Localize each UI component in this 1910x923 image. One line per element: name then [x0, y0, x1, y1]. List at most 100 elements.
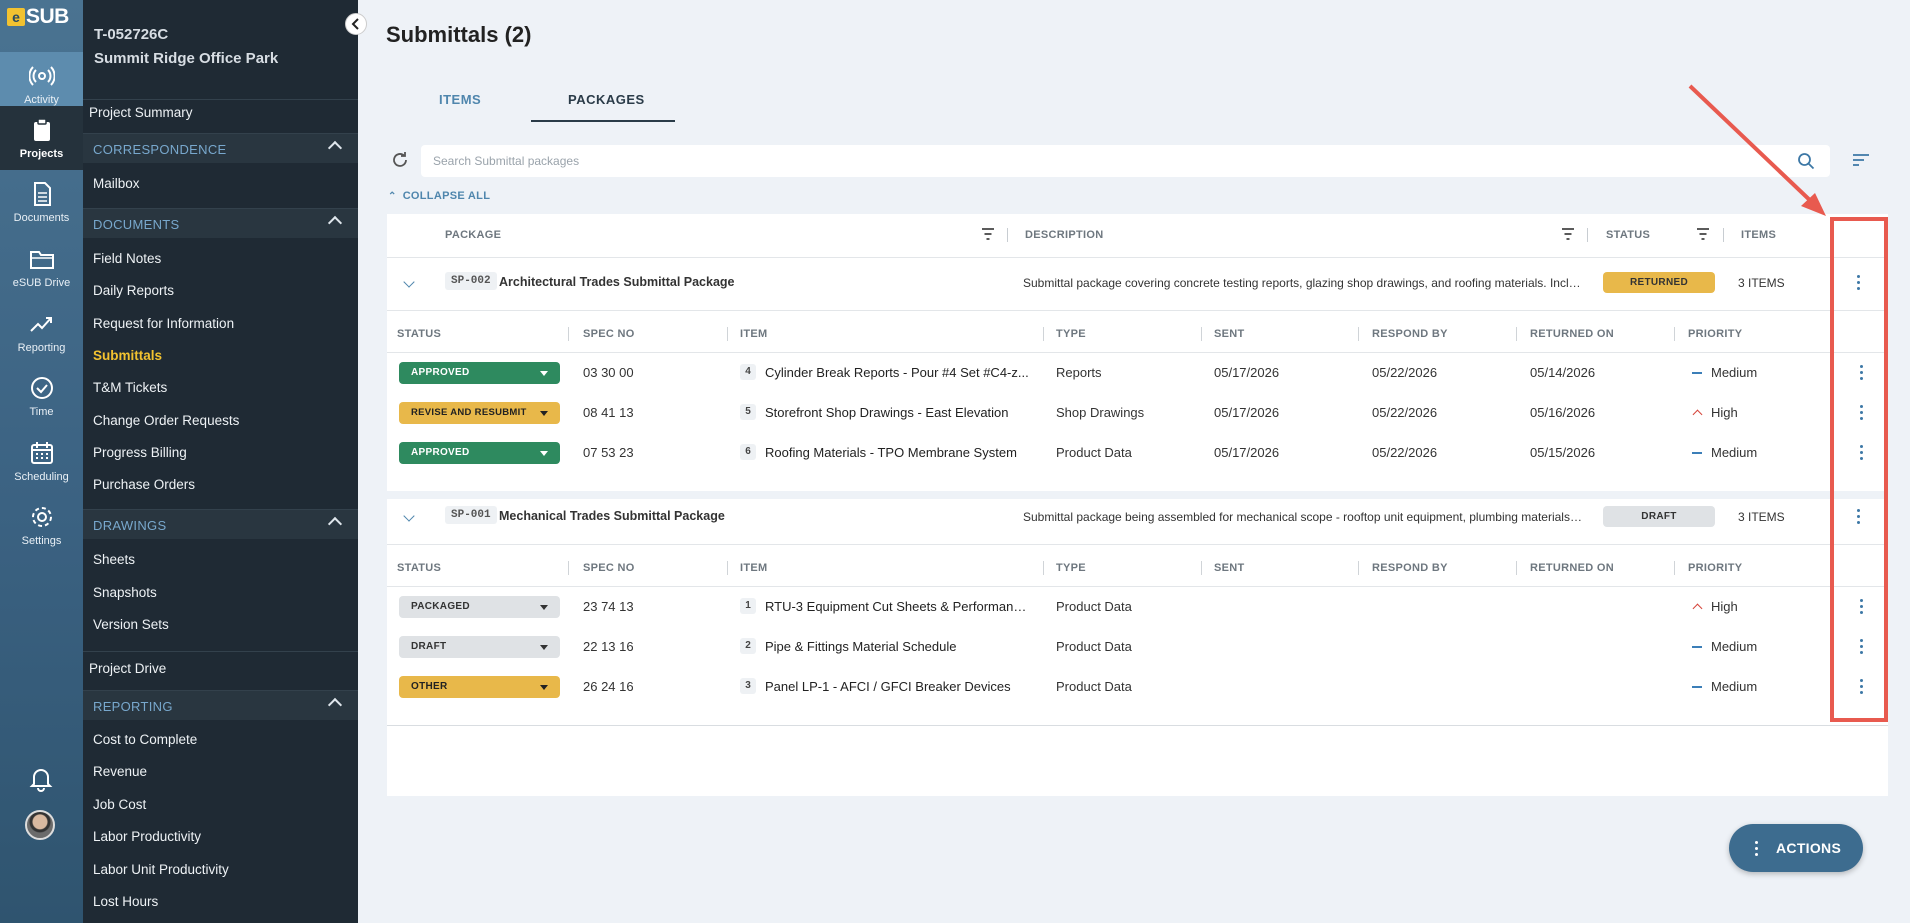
- notifications-bell-icon[interactable]: [27, 764, 55, 792]
- nav-purchase-orders[interactable]: Purchase Orders: [93, 477, 195, 492]
- spec-no: 22 13 16: [583, 639, 634, 654]
- project-name: Summit Ridge Office Park: [94, 50, 279, 67]
- status-dropdown[interactable]: APPROVED: [399, 362, 560, 384]
- rail-projects-label: Projects: [19, 147, 64, 160]
- rail-reporting[interactable]: Reporting: [0, 300, 83, 364]
- user-avatar[interactable]: [25, 810, 55, 840]
- section-documents[interactable]: DOCUMENTS: [83, 208, 358, 238]
- tab-packages[interactable]: PACKAGES: [568, 92, 645, 107]
- status-dropdown[interactable]: PACKAGED: [399, 596, 560, 618]
- chevron-down-icon[interactable]: [403, 510, 415, 522]
- nav-change-order-requests[interactable]: Change Order Requests: [93, 413, 239, 428]
- subcolumn-type: TYPE: [1056, 328, 1086, 340]
- rail-projects[interactable]: Projects: [0, 106, 83, 170]
- chevron-left-icon: [351, 18, 359, 30]
- rail-time[interactable]: Time: [0, 364, 83, 428]
- subcolumn-item: ITEM: [740, 328, 768, 340]
- nav-tm-tickets[interactable]: T&M Tickets: [93, 380, 167, 395]
- item-title[interactable]: Pipe & Fittings Material Schedule: [765, 639, 1030, 654]
- item-type: Product Data: [1056, 599, 1132, 614]
- priority-label: Medium: [1711, 445, 1758, 460]
- column-header-status[interactable]: STATUS: [1606, 229, 1650, 241]
- filter-icon[interactable]: [1696, 228, 1710, 240]
- item-title[interactable]: Panel LP-1 - AFCI / GFCI Breaker Devices: [765, 679, 1030, 694]
- nav-labor-productivity[interactable]: Labor Productivity: [93, 829, 201, 844]
- actions-button[interactable]: ACTIONS: [1729, 824, 1863, 872]
- subcolumn-type: TYPE: [1056, 562, 1086, 574]
- nav-sheets[interactable]: Sheets: [93, 552, 135, 567]
- subcolumn-status: STATUS: [397, 328, 442, 340]
- chevron-down-icon[interactable]: [403, 276, 415, 288]
- item-title[interactable]: Cylinder Break Reports - Pour #4 Set #C4…: [765, 365, 1030, 380]
- document-icon: [33, 181, 51, 206]
- item-title[interactable]: Storefront Shop Drawings - East Elevatio…: [765, 405, 1030, 420]
- column-header-package[interactable]: PACKAGE: [445, 229, 501, 241]
- collapse-nav-button[interactable]: [345, 13, 367, 35]
- clock-icon: [30, 376, 53, 399]
- package-name[interactable]: Mechanical Trades Submittal Package: [499, 509, 725, 523]
- subcolumn-spec-no: SPEC NO: [583, 562, 635, 574]
- chevron-up-icon: [327, 516, 343, 532]
- status-badge: RETURNED: [1603, 272, 1715, 293]
- rail-scheduling[interactable]: Scheduling: [0, 429, 83, 493]
- nav-mailbox[interactable]: Mailbox: [93, 176, 140, 191]
- nav-labor-unit-productivity[interactable]: Labor Unit Productivity: [93, 862, 229, 877]
- respond-by-date: 05/22/2026: [1372, 405, 1438, 420]
- status-dropdown[interactable]: REVISE AND RESUBMIT: [399, 402, 560, 424]
- status-dropdown-label: DRAFT: [411, 641, 447, 652]
- activity-icon: [28, 65, 55, 86]
- filter-icon[interactable]: [981, 228, 995, 240]
- status-dropdown[interactable]: DRAFT: [399, 636, 560, 658]
- item-title[interactable]: Roofing Materials - TPO Membrane System: [765, 445, 1030, 460]
- subcolumn-spec-no: SPEC NO: [583, 328, 635, 340]
- item-type: Shop Drawings: [1056, 405, 1145, 420]
- nav-project-drive[interactable]: Project Drive: [89, 661, 166, 676]
- status-dropdown[interactable]: OTHER: [399, 676, 560, 698]
- nav-project-summary[interactable]: Project Summary: [89, 105, 193, 120]
- search-icon[interactable]: [1797, 152, 1815, 170]
- search-input[interactable]: [421, 145, 1830, 177]
- nav-rfi[interactable]: Request for Information: [93, 316, 234, 331]
- item-count: 3 ITEMS: [1738, 276, 1785, 290]
- item-number: 1: [740, 598, 756, 614]
- rail-esub-drive[interactable]: eSUB Drive: [0, 235, 83, 299]
- priority-high-icon: [1692, 409, 1703, 420]
- priority-high-icon: [1692, 603, 1703, 614]
- sent-date: 05/17/2026: [1214, 365, 1280, 380]
- nav-submittals[interactable]: Submittals: [93, 348, 162, 363]
- sort-icon[interactable]: [1851, 152, 1871, 168]
- collapse-all-button[interactable]: ⌃ COLLAPSE ALL: [388, 190, 490, 202]
- column-header-description[interactable]: DESCRIPTION: [1025, 229, 1103, 241]
- nav-job-cost[interactable]: Job Cost: [93, 797, 146, 812]
- status-dropdown-label: REVISE AND RESUBMIT: [411, 407, 527, 418]
- column-header-items[interactable]: ITEMS: [1741, 229, 1776, 241]
- nav-snapshots[interactable]: Snapshots: [93, 585, 157, 600]
- more-vertical-icon: [1755, 839, 1758, 857]
- nav-progress-billing[interactable]: Progress Billing: [93, 445, 187, 460]
- page-title: Submittals (2): [386, 22, 532, 47]
- caret-down-icon: [540, 411, 548, 416]
- rail-settings[interactable]: Settings: [0, 493, 83, 557]
- status-dropdown-label: APPROVED: [411, 447, 470, 458]
- section-drawings[interactable]: DRAWINGS: [83, 509, 358, 539]
- status-dropdown[interactable]: APPROVED: [399, 442, 560, 464]
- section-correspondence[interactable]: CORRESPONDENCE: [83, 133, 358, 163]
- nav-field-notes[interactable]: Field Notes: [93, 251, 161, 266]
- nav-cost-to-complete[interactable]: Cost to Complete: [93, 732, 197, 747]
- package-name[interactable]: Architectural Trades Submittal Package: [499, 275, 735, 289]
- tab-items[interactable]: ITEMS: [439, 92, 481, 107]
- refresh-icon[interactable]: [391, 151, 409, 169]
- item-number: 3: [740, 678, 756, 694]
- section-reporting[interactable]: REPORTING: [83, 690, 358, 720]
- rail-documents[interactable]: Documents: [0, 170, 83, 234]
- nav-version-sets[interactable]: Version Sets: [93, 617, 169, 632]
- nav-revenue[interactable]: Revenue: [93, 764, 147, 779]
- nav-daily-reports[interactable]: Daily Reports: [93, 283, 174, 298]
- respond-by-date: 05/22/2026: [1372, 445, 1438, 460]
- filter-icon[interactable]: [1561, 228, 1575, 240]
- esub-logo[interactable]: e SUB: [7, 5, 69, 28]
- sent-date: 05/17/2026: [1214, 445, 1280, 460]
- chart-icon: [29, 316, 52, 332]
- item-title[interactable]: RTU-3 Equipment Cut Sheets & Performance…: [765, 599, 1030, 614]
- nav-lost-hours[interactable]: Lost Hours: [93, 894, 158, 909]
